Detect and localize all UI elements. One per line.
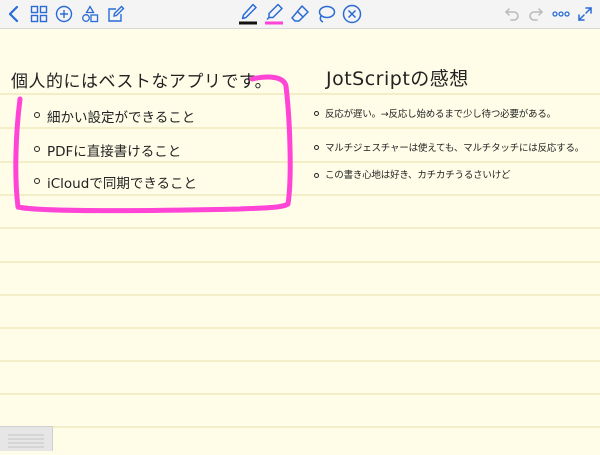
bullet-icon <box>314 111 319 116</box>
right-item: この書き心地は好き、カチカチうるさいけど <box>325 170 511 181</box>
right-item: 反応が遅い。→反応し始めるまで少し待つ必要がある。 <box>325 109 556 120</box>
right-item: マルチジェスチャーは使えても、マルチタッチには反応する。 <box>325 143 585 154</box>
bullet-icon <box>314 145 319 150</box>
lines-icon <box>8 434 44 448</box>
page-list-tab[interactable] <box>0 426 53 451</box>
right-title: JotScriptの感想 <box>326 68 469 90</box>
bullet-icon <box>314 173 319 178</box>
highlighter-stroke <box>13 74 293 214</box>
